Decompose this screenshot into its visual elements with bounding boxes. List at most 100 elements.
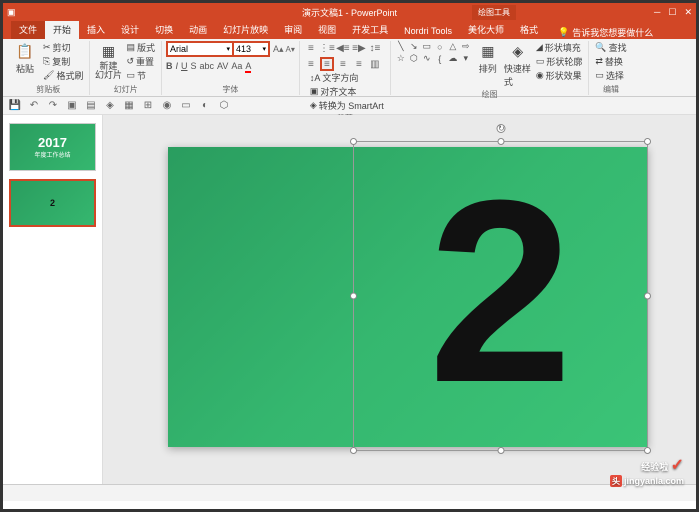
shape-star[interactable]: ☆ [395,53,407,64]
slide-text[interactable]: 2 [354,142,647,442]
columns-button[interactable]: ▥ [368,57,382,71]
qat-btn9[interactable]: ◉ [159,99,175,113]
cut-button[interactable]: ✂剪切 [41,41,85,54]
justify-button[interactable]: ≡ [352,57,366,71]
new-slide-button[interactable]: ▦新建 幻灯片 [94,41,122,80]
qat-btn7[interactable]: ▦ [121,99,137,113]
shape-more[interactable]: ▾ [460,53,472,64]
smartart-button[interactable]: ◈转换为 SmartArt [308,99,386,112]
bulb-icon: 💡 [558,27,569,38]
font-size-combo[interactable]: 413▾ [232,41,270,57]
shape-brace[interactable]: { [434,53,446,64]
thumb2-text: 2 [50,198,55,208]
qat-btn12[interactable]: ⬡ [216,99,232,113]
qat-btn10[interactable]: ▭ [178,99,194,113]
tab-animations[interactable]: 动画 [181,20,215,39]
align-center-button[interactable]: ≡ [320,57,334,71]
thumbnail-1[interactable]: 2017 年度工作总结 [9,123,96,171]
shape-arrow2[interactable]: ⇨ [460,41,472,52]
text-box-selected[interactable]: 2 [353,141,648,451]
text-direction-button[interactable]: ↕A文字方向 [308,71,386,84]
shape-oval[interactable]: ○ [434,41,446,52]
qat-btn11[interactable]: ◐ [197,99,213,113]
reset-button[interactable]: ↺重置 [124,55,157,68]
handle-mr[interactable] [644,293,651,300]
strike-button[interactable]: S [191,61,197,73]
tab-insert[interactable]: 插入 [79,20,113,39]
shape-curve[interactable]: ∿ [421,53,433,64]
find-button[interactable]: 🔍查找 [593,41,628,54]
bullets-button[interactable]: ≡ [304,41,318,55]
shape-line[interactable]: ╲ [395,41,407,52]
quick-styles-button[interactable]: ◈快速样式 [504,41,532,88]
format-painter-button[interactable]: 🖌格式刷 [41,69,85,82]
handle-bc[interactable] [497,447,504,454]
italic-button[interactable]: I [175,61,178,73]
qat-undo[interactable]: ↶ [26,99,42,113]
slide-editor[interactable]: 2 [103,115,696,484]
grow-font-button[interactable]: A▴ [273,44,284,55]
font-color-button[interactable]: A [245,61,251,73]
tab-transitions[interactable]: 切换 [147,20,181,39]
tell-me[interactable]: 💡告诉我您想要做什么 [558,26,653,39]
rotate-handle[interactable] [496,124,505,133]
tab-nordri[interactable]: Nordri Tools [396,23,460,39]
handle-tc[interactable] [497,138,504,145]
indent-inc-button[interactable]: ≡▶ [352,41,366,55]
thumbnail-2[interactable]: 2 [9,179,96,227]
section-button[interactable]: ▭节 [124,69,157,82]
case-button[interactable]: Aa [231,61,242,73]
underline-button[interactable]: U [181,61,188,73]
maximize-button[interactable]: ☐ [668,7,676,18]
shape-fill-button[interactable]: ◢形状填充 [534,41,585,54]
close-button[interactable]: ✕ [684,7,692,18]
shadow-button[interactable]: abc [200,61,215,73]
bold-button[interactable]: B [166,61,173,73]
qat-btn8[interactable]: ⊞ [140,99,156,113]
copy-button[interactable]: ⎘复制 [41,55,85,68]
tab-review[interactable]: 审阅 [276,20,310,39]
qat-btn5[interactable]: ▤ [83,99,99,113]
qat-btn4[interactable]: ▣ [64,99,80,113]
paste-button[interactable]: 📋粘贴 [11,41,39,75]
qat-save[interactable]: 💾 [7,99,23,113]
minimize-button[interactable]: ─ [654,7,660,18]
font-name-combo[interactable]: Arial▾ [166,41,234,57]
handle-bl[interactable] [350,447,357,454]
spacing-button[interactable]: AV [217,61,228,73]
align-left-button[interactable]: ≡ [304,57,318,71]
layout-button[interactable]: ▤版式 [124,41,157,54]
shape-outline-button[interactable]: ▭形状轮廓 [534,55,585,68]
shape-hex[interactable]: ⬡ [408,53,420,64]
arrange-button[interactable]: ▦排列 [474,41,502,75]
tab-home[interactable]: 开始 [45,20,79,39]
tab-format[interactable]: 格式 [512,20,546,39]
shape-cloud[interactable]: ☁ [447,53,459,64]
handle-tr[interactable] [644,138,651,145]
shrink-font-button[interactable]: A▾ [286,45,295,54]
tab-meihua[interactable]: 美化大师 [460,20,512,39]
select-button[interactable]: ▭选择 [593,69,628,82]
line-spacing-button[interactable]: ↕≡ [368,41,382,55]
shape-effects-button[interactable]: ◉形状效果 [534,69,585,82]
handle-ml[interactable] [350,293,357,300]
align-right-button[interactable]: ≡ [336,57,350,71]
slide-canvas[interactable]: 2 [168,147,648,447]
tab-slideshow[interactable]: 幻灯片放映 [215,20,276,39]
replace-button[interactable]: ⇄替换 [593,55,628,68]
qat-redo[interactable]: ↷ [45,99,61,113]
shape-tri[interactable]: △ [447,41,459,52]
align-text-button[interactable]: ▣对齐文本 [308,85,386,98]
tab-developer[interactable]: 开发工具 [344,20,396,39]
numbering-button[interactable]: ⋮≡ [320,41,334,55]
tab-design[interactable]: 设计 [113,20,147,39]
handle-br[interactable] [644,447,651,454]
tab-view[interactable]: 视图 [310,20,344,39]
qat-btn6[interactable]: ◈ [102,99,118,113]
shape-rect[interactable]: ▭ [421,41,433,52]
indent-dec-button[interactable]: ◀≡ [336,41,350,55]
handle-tl[interactable] [350,138,357,145]
shapes-gallery[interactable]: ╲ ↘ ▭ ○ △ ⇨ ☆ ⬡ ∿ { ☁ ▾ [395,41,472,76]
shape-arrow[interactable]: ↘ [408,41,420,52]
tab-file[interactable]: 文件 [11,20,45,39]
